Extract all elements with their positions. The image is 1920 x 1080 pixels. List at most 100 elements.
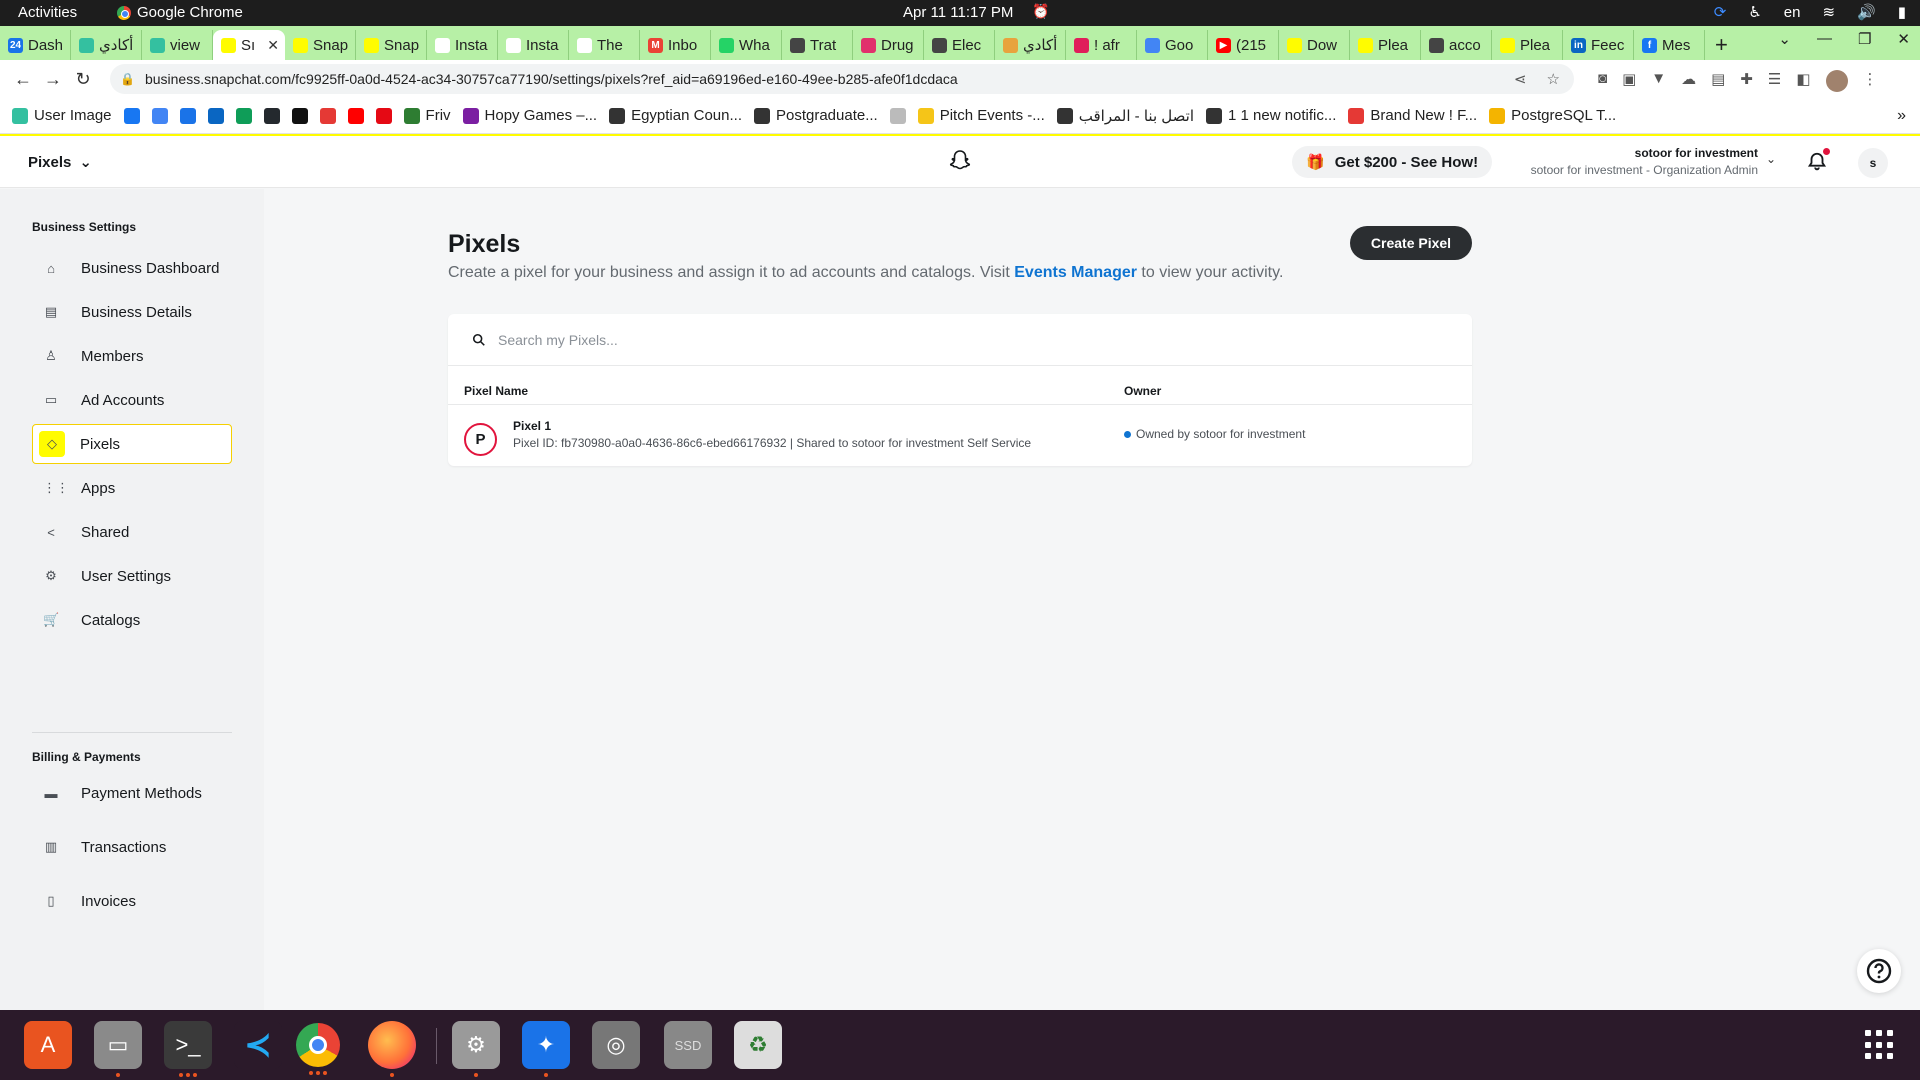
browser-tab[interactable]: acco (1421, 30, 1492, 60)
browser-tab[interactable]: Snap (356, 30, 427, 60)
events-manager-link[interactable]: Events Manager (1014, 264, 1137, 281)
url-text[interactable]: business.snapchat.com/fc9925ff-0a0d-4524… (145, 71, 958, 87)
cloud-extension-icon[interactable]: ☁ (1681, 70, 1696, 92)
browser-tab[interactable]: Sı ✕ (213, 30, 285, 60)
browser-tab[interactable]: M Inbo (640, 30, 711, 60)
create-pixel-button[interactable]: Create Pixel (1350, 226, 1472, 260)
filter-extension-icon[interactable]: ▼ (1651, 70, 1666, 92)
sidebar-item-apps[interactable]: ⋮⋮ Apps (32, 468, 232, 508)
bookmark-item[interactable] (235, 107, 252, 124)
profile-avatar[interactable] (1825, 70, 1848, 92)
bookmark-item[interactable] (347, 107, 364, 124)
browser-tab[interactable]: Trat (782, 30, 853, 60)
bookmark-item[interactable]: Postgraduate... (753, 107, 878, 124)
browser-tab[interactable]: The (569, 30, 640, 60)
bookmark-item[interactable] (291, 107, 308, 124)
new-tab-button[interactable]: + (1715, 30, 1728, 60)
browser-tab[interactable]: Goo (1137, 30, 1208, 60)
bookmark-item[interactable]: Friv (403, 107, 451, 124)
bookmark-item[interactable]: Hopy Games –... (462, 107, 597, 124)
system-tray[interactable]: ⟳ ♿ en ≋ 🔊 ▮ (1714, 3, 1906, 22)
bookmark-item[interactable] (263, 107, 280, 124)
browser-tab[interactable]: Plea (1350, 30, 1421, 60)
bookmark-item[interactable] (889, 107, 906, 124)
sidebar-item-invoices[interactable]: ▯ Invoices (32, 881, 232, 921)
browser-tab[interactable]: أكادي (995, 30, 1066, 60)
sidebar-item-transactions[interactable]: ▥ Transactions (32, 827, 232, 867)
reload-button[interactable]: ↻ (68, 69, 98, 90)
bookmark-item[interactable] (123, 107, 140, 124)
dock-firefox-icon[interactable] (368, 1021, 416, 1077)
battery-icon[interactable]: ▮ (1898, 3, 1906, 21)
bookmark-item[interactable]: 1 1 new notific... (1206, 107, 1336, 124)
browser-tab[interactable]: ! afr (1066, 30, 1137, 60)
volume-icon[interactable]: 🔊 (1857, 3, 1876, 21)
notifications-bell-icon[interactable] (1806, 148, 1830, 173)
sync-icon[interactable]: ⟳ (1714, 3, 1727, 21)
lock-icon[interactable]: 🔒 (120, 72, 135, 86)
organization-selector[interactable]: sotoor for investment sotoor for investm… (1531, 146, 1758, 177)
accessibility-icon[interactable]: ♿ (1748, 3, 1761, 21)
close-tab-icon[interactable]: ✕ (267, 37, 279, 54)
reading-list-icon[interactable]: ☰ (1768, 70, 1781, 92)
dock-disk-app-icon[interactable]: ◎ (592, 1021, 640, 1069)
clock[interactable]: Apr 11 11:17 PM (903, 4, 1013, 21)
side-panel-icon[interactable]: ◧ (1796, 70, 1810, 92)
browser-tab[interactable]: view (142, 30, 213, 60)
sidebar-item-business-details[interactable]: ▤ Business Details (32, 292, 232, 332)
sidebar-item-user-settings[interactable]: ⚙ User Settings (32, 556, 232, 596)
snapchat-ghost-icon[interactable] (948, 149, 972, 173)
user-avatar[interactable]: s (1858, 148, 1888, 178)
dock-chrome-icon[interactable] (296, 1023, 340, 1075)
search-input[interactable] (498, 331, 1298, 348)
sidebar-item-business-dashboard[interactable]: ⌂ Business Dashboard (32, 248, 232, 288)
show-apps-grid-icon[interactable] (1865, 1030, 1895, 1060)
browser-tab[interactable]: Insta (427, 30, 498, 60)
sidebar-item-catalogs[interactable]: 🛒 Catalogs (32, 600, 232, 640)
back-button[interactable]: ← (8, 69, 38, 90)
help-button[interactable] (1857, 949, 1901, 993)
bookmark-item[interactable]: Pitch Events -... (917, 107, 1045, 124)
org-chevron-down-icon[interactable]: ⌄ (1766, 152, 1776, 166)
bookmark-item[interactable] (375, 107, 392, 124)
tab-search-icon[interactable]: ⌄ (1778, 30, 1791, 48)
browser-tab[interactable]: f Mes (1634, 30, 1705, 60)
dock-app-center-icon[interactable]: A (24, 1021, 72, 1069)
promo-button[interactable]: 🎁 Get $200 - See How! (1292, 146, 1493, 178)
share-icon[interactable]: ⋖ (1514, 70, 1527, 88)
screen-extension-icon[interactable]: ▣ (1622, 70, 1636, 92)
browser-tab[interactable]: Plea (1492, 30, 1563, 60)
language-indicator[interactable]: en (1784, 4, 1801, 21)
puzzle-extensions-icon[interactable]: ✚ (1740, 70, 1753, 92)
close-window-button[interactable]: ✕ (1897, 30, 1910, 48)
activities-button[interactable]: Activities (18, 4, 77, 21)
dock-terminal-icon[interactable]: >_ (164, 1021, 212, 1077)
dock-ssd-icon[interactable]: SSD (664, 1021, 712, 1069)
dock-settings-icon[interactable]: ⚙ (452, 1021, 500, 1077)
bookmark-item[interactable] (207, 107, 224, 124)
browser-tab[interactable]: Drug (853, 30, 924, 60)
browser-tab[interactable]: Dow (1279, 30, 1350, 60)
doc-extension-icon[interactable]: ▤ (1711, 70, 1725, 92)
sidebar-item-shared[interactable]: < Shared (32, 512, 232, 552)
camera-extension-icon[interactable]: ◙ (1598, 70, 1607, 92)
dock-trash-icon[interactable]: ♻ (734, 1021, 782, 1069)
dock-blue-app-icon[interactable]: ✦ (522, 1021, 570, 1077)
bookmark-item[interactable]: اتصل بنا - المراقب (1056, 107, 1194, 125)
browser-tab[interactable]: 24 Dash (0, 30, 71, 60)
dock-files-icon[interactable]: ▭ (94, 1021, 142, 1077)
sidebar-item-members[interactable]: ♙ Members (32, 336, 232, 376)
bookmark-item[interactable]: PostgreSQL T... (1489, 107, 1616, 124)
browser-tab[interactable]: Snap (285, 30, 356, 60)
browser-tab[interactable]: أكادي (71, 30, 142, 60)
wifi-icon[interactable]: ≋ (1822, 3, 1835, 21)
bookmark-item[interactable] (179, 107, 196, 124)
more-bookmarks-icon[interactable]: » (1897, 107, 1906, 125)
sidebar-item-payment-methods[interactable]: ▬ Payment Methods (32, 773, 232, 813)
column-header-owner[interactable]: Owner (1124, 384, 1161, 398)
bookmark-star-icon[interactable]: ☆ (1547, 70, 1560, 88)
address-bar[interactable]: 🔒 business.snapchat.com/fc9925ff-0a0d-45… (110, 64, 1574, 94)
forward-button[interactable]: → (38, 69, 68, 90)
browser-tab[interactable]: Elec (924, 30, 995, 60)
bookmark-item[interactable]: Egyptian Coun... (609, 107, 742, 124)
